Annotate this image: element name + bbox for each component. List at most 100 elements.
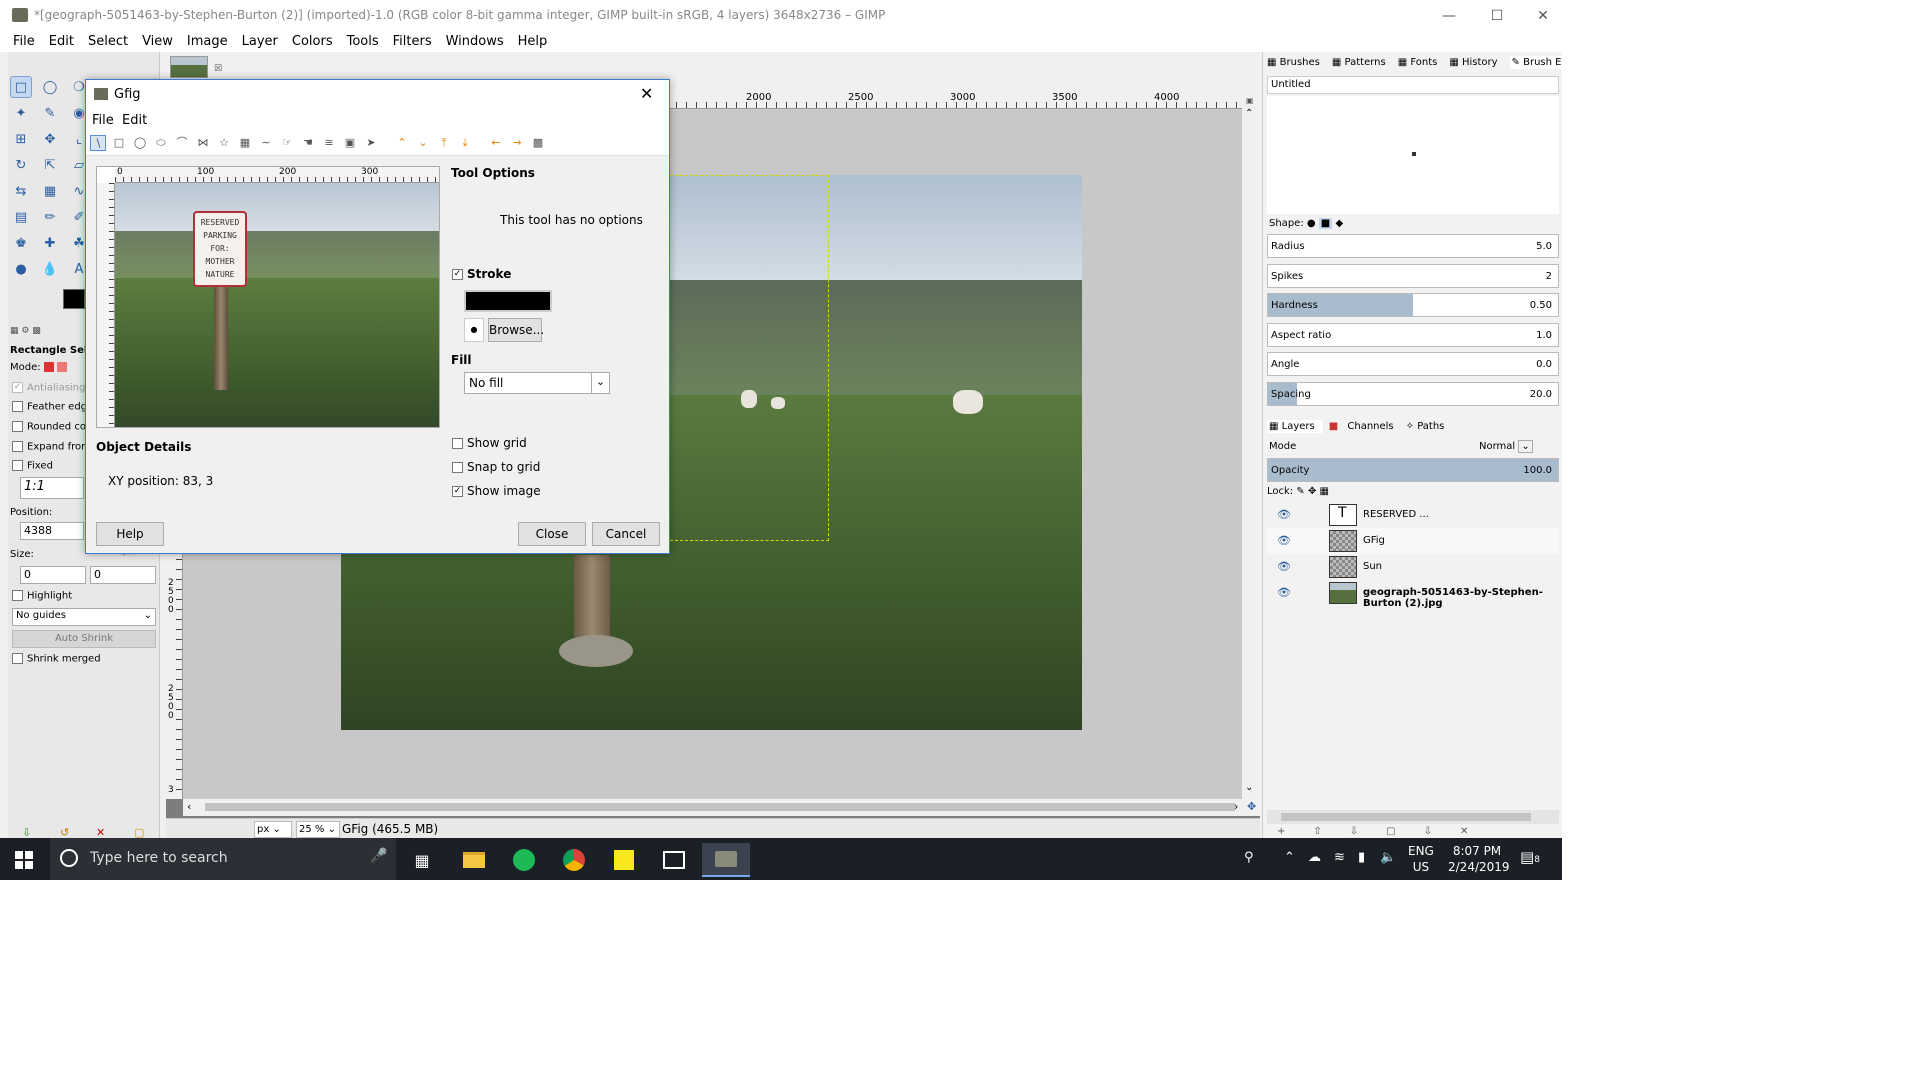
star-tool-icon[interactable]: ☆ <box>216 135 232 151</box>
wifi-icon[interactable]: ≋ <box>1334 850 1345 865</box>
stroke-color-button[interactable] <box>464 290 552 312</box>
lock-position-icon[interactable]: ✥ <box>1308 486 1316 497</box>
action-center-icon[interactable]: ▤8 <box>1520 848 1540 866</box>
move-tool-icon[interactable]: ✥ <box>39 128 61 150</box>
param-slider-spacing[interactable]: Spacing 20.0 <box>1267 381 1559 406</box>
unit-select[interactable]: px ⌄ <box>254 821 292 838</box>
visibility-eye-icon[interactable]: 👁 <box>1277 586 1291 599</box>
preview-image[interactable]: RESERVED PARKING FOR: MOTHER NATURE <box>115 183 439 427</box>
menu-image[interactable]: Image <box>187 34 228 49</box>
heal-tool-icon[interactable]: ✚ <box>39 232 61 254</box>
mode-add-icon[interactable] <box>57 362 67 372</box>
param-slider-aspect-ratio[interactable]: Aspect ratio 1.0 <box>1267 322 1559 347</box>
bezier-tool-icon[interactable]: ∼ <box>258 135 274 151</box>
spotify-icon[interactable] <box>500 843 548 877</box>
task-view-icon[interactable]: ▦ <box>398 843 446 877</box>
expand-option[interactable]: Expand from <box>12 441 91 453</box>
menu-select[interactable]: Select <box>88 34 128 49</box>
size-width-field[interactable]: 0 <box>20 566 86 584</box>
size-height-field[interactable]: 0 <box>90 566 156 584</box>
menu-layer[interactable]: Layer <box>242 34 278 49</box>
gradient-tool-icon[interactable]: ▤ <box>10 206 32 228</box>
layers-scroll-thumb[interactable] <box>1281 813 1531 821</box>
close-button[interactable]: Close <box>518 522 586 546</box>
opacity-slider[interactable]: Opacity 100.0 <box>1267 458 1559 482</box>
windows-start-icon[interactable] <box>0 843 48 877</box>
gimp-taskbar-icon[interactable] <box>702 843 750 877</box>
menu-windows[interactable]: Windows <box>446 34 504 49</box>
people-icon[interactable]: ⚲ <box>1244 850 1254 865</box>
menu-colors[interactable]: Colors <box>292 34 333 49</box>
chrome-icon[interactable] <box>550 843 598 877</box>
lock-alpha-icon[interactable]: ▦ <box>1320 486 1329 497</box>
shape-square-icon[interactable]: ■ <box>1318 218 1333 229</box>
cancel-button[interactable]: Cancel <box>592 522 660 546</box>
tab-channels[interactable]: ■ Channels <box>1329 421 1400 432</box>
menu-edit[interactable]: Edit <box>49 34 74 49</box>
tab-patterns[interactable]: ▦ Patterns <box>1332 57 1392 68</box>
move-object-tool-icon[interactable]: ☞ <box>279 135 295 151</box>
dialog-menu-edit[interactable]: Edit <box>122 113 147 128</box>
scroll-down-icon[interactable]: ⌄ <box>1245 782 1253 793</box>
help-button[interactable]: Help <box>96 522 164 546</box>
param-slider-spikes[interactable]: Spikes 2 <box>1267 263 1559 288</box>
fill-select[interactable]: No fill ⌄ <box>464 372 610 394</box>
layer-actions-bar[interactable]: +⇧⇩▢⇩✕ <box>1277 826 1496 837</box>
browse-button[interactable]: Browse... <box>488 318 544 342</box>
visibility-eye-icon[interactable]: 👁 <box>1277 534 1291 547</box>
paths-tool-icon[interactable]: ✎ <box>39 102 61 124</box>
tab-brush-editor[interactable]: ✎ Brush Editor <box>1509 56 1562 69</box>
scroll-left-icon[interactable]: ‹ <box>187 800 191 813</box>
shrink-merged-option[interactable]: Shrink merged <box>12 653 101 665</box>
scroll-up-icon[interactable]: ⌃ <box>1245 108 1253 119</box>
menu-filters[interactable]: Filters <box>393 34 432 49</box>
param-slider-hardness[interactable]: Hardness 0.50 <box>1267 293 1559 317</box>
move-point-tool-icon[interactable]: ☚ <box>300 135 316 151</box>
image-tab-close-icon[interactable]: ☒ <box>214 64 222 74</box>
shape-diamond-icon[interactable]: ◆ <box>1335 218 1343 229</box>
raise-icon[interactable]: ⌃ <box>394 135 410 151</box>
show-all-icon[interactable]: ▩ <box>530 135 546 151</box>
tab-fonts[interactable]: ▦ Fonts <box>1398 57 1444 68</box>
image-tab-thumbnail[interactable] <box>170 56 208 78</box>
layer-row[interactable]: 👁 geograph-5051463-by-Stephen-Burton (2).… <box>1267 580 1559 609</box>
show-image-option[interactable]: ✓ Show image <box>452 484 541 498</box>
ellipse-select-tool-icon[interactable]: ◯ <box>39 76 61 98</box>
rounded-option[interactable]: Rounded corr <box>12 421 94 433</box>
layer-row[interactable]: 👁 GFig <box>1267 528 1559 554</box>
flip-tool-icon[interactable]: ⇆ <box>10 180 32 202</box>
shape-circle-icon[interactable]: ● <box>1307 218 1316 229</box>
layers-scrollbar[interactable] <box>1267 810 1559 824</box>
maximize-button[interactable]: ☐ <box>1474 4 1520 28</box>
brush-name-field[interactable]: Untitled <box>1267 76 1559 94</box>
horizontal-scrollbar[interactable]: ‹ › ✥ <box>183 799 1260 816</box>
mode-replace-icon[interactable] <box>43 362 54 372</box>
param-slider-angle[interactable]: Angle 0.0 <box>1267 352 1559 376</box>
minimize-button[interactable]: — <box>1426 4 1472 28</box>
navigate-icon[interactable]: ▣ <box>1246 96 1254 105</box>
menu-file[interactable]: File <box>13 34 35 49</box>
position-field[interactable]: 4388 <box>20 522 84 540</box>
scale-tool-icon[interactable]: ⇱ <box>39 154 61 176</box>
raise-to-top-icon[interactable]: ⤒ <box>436 135 452 151</box>
battery-icon[interactable]: ▮ <box>1358 850 1365 865</box>
foreground-color-swatch[interactable] <box>63 289 85 309</box>
rect-select-tool-icon[interactable]: □ <box>10 76 32 98</box>
menu-tools[interactable]: Tools <box>347 34 379 49</box>
close-window-button[interactable]: ✕ <box>1520 4 1562 28</box>
lower-icon[interactable]: ⌄ <box>415 135 431 151</box>
rectangle-tool-icon[interactable]: □ <box>111 135 127 151</box>
file-explorer-icon[interactable] <box>450 843 498 877</box>
show-next-icon[interactable]: → <box>509 135 525 151</box>
copy-object-tool-icon[interactable]: ≅ <box>321 135 337 151</box>
param-slider-radius[interactable]: Radius 5.0 <box>1267 234 1559 258</box>
onedrive-icon[interactable]: ☁ <box>1308 850 1321 865</box>
show-hidden-icons[interactable]: ⌃ <box>1284 850 1295 865</box>
dialog-menu-file[interactable]: File <box>92 113 114 128</box>
show-grid-option[interactable]: Show grid <box>452 436 527 450</box>
rotate-tool-icon[interactable]: ↻ <box>10 154 32 176</box>
fuzzy-select-tool-icon[interactable]: ✦ <box>10 102 32 124</box>
spiral-tool-icon[interactable]: ▦ <box>237 135 253 151</box>
clock[interactable]: 8:07 PM 2/24/2019 <box>1448 843 1510 875</box>
snap-to-grid-option[interactable]: Snap to grid <box>452 460 540 474</box>
